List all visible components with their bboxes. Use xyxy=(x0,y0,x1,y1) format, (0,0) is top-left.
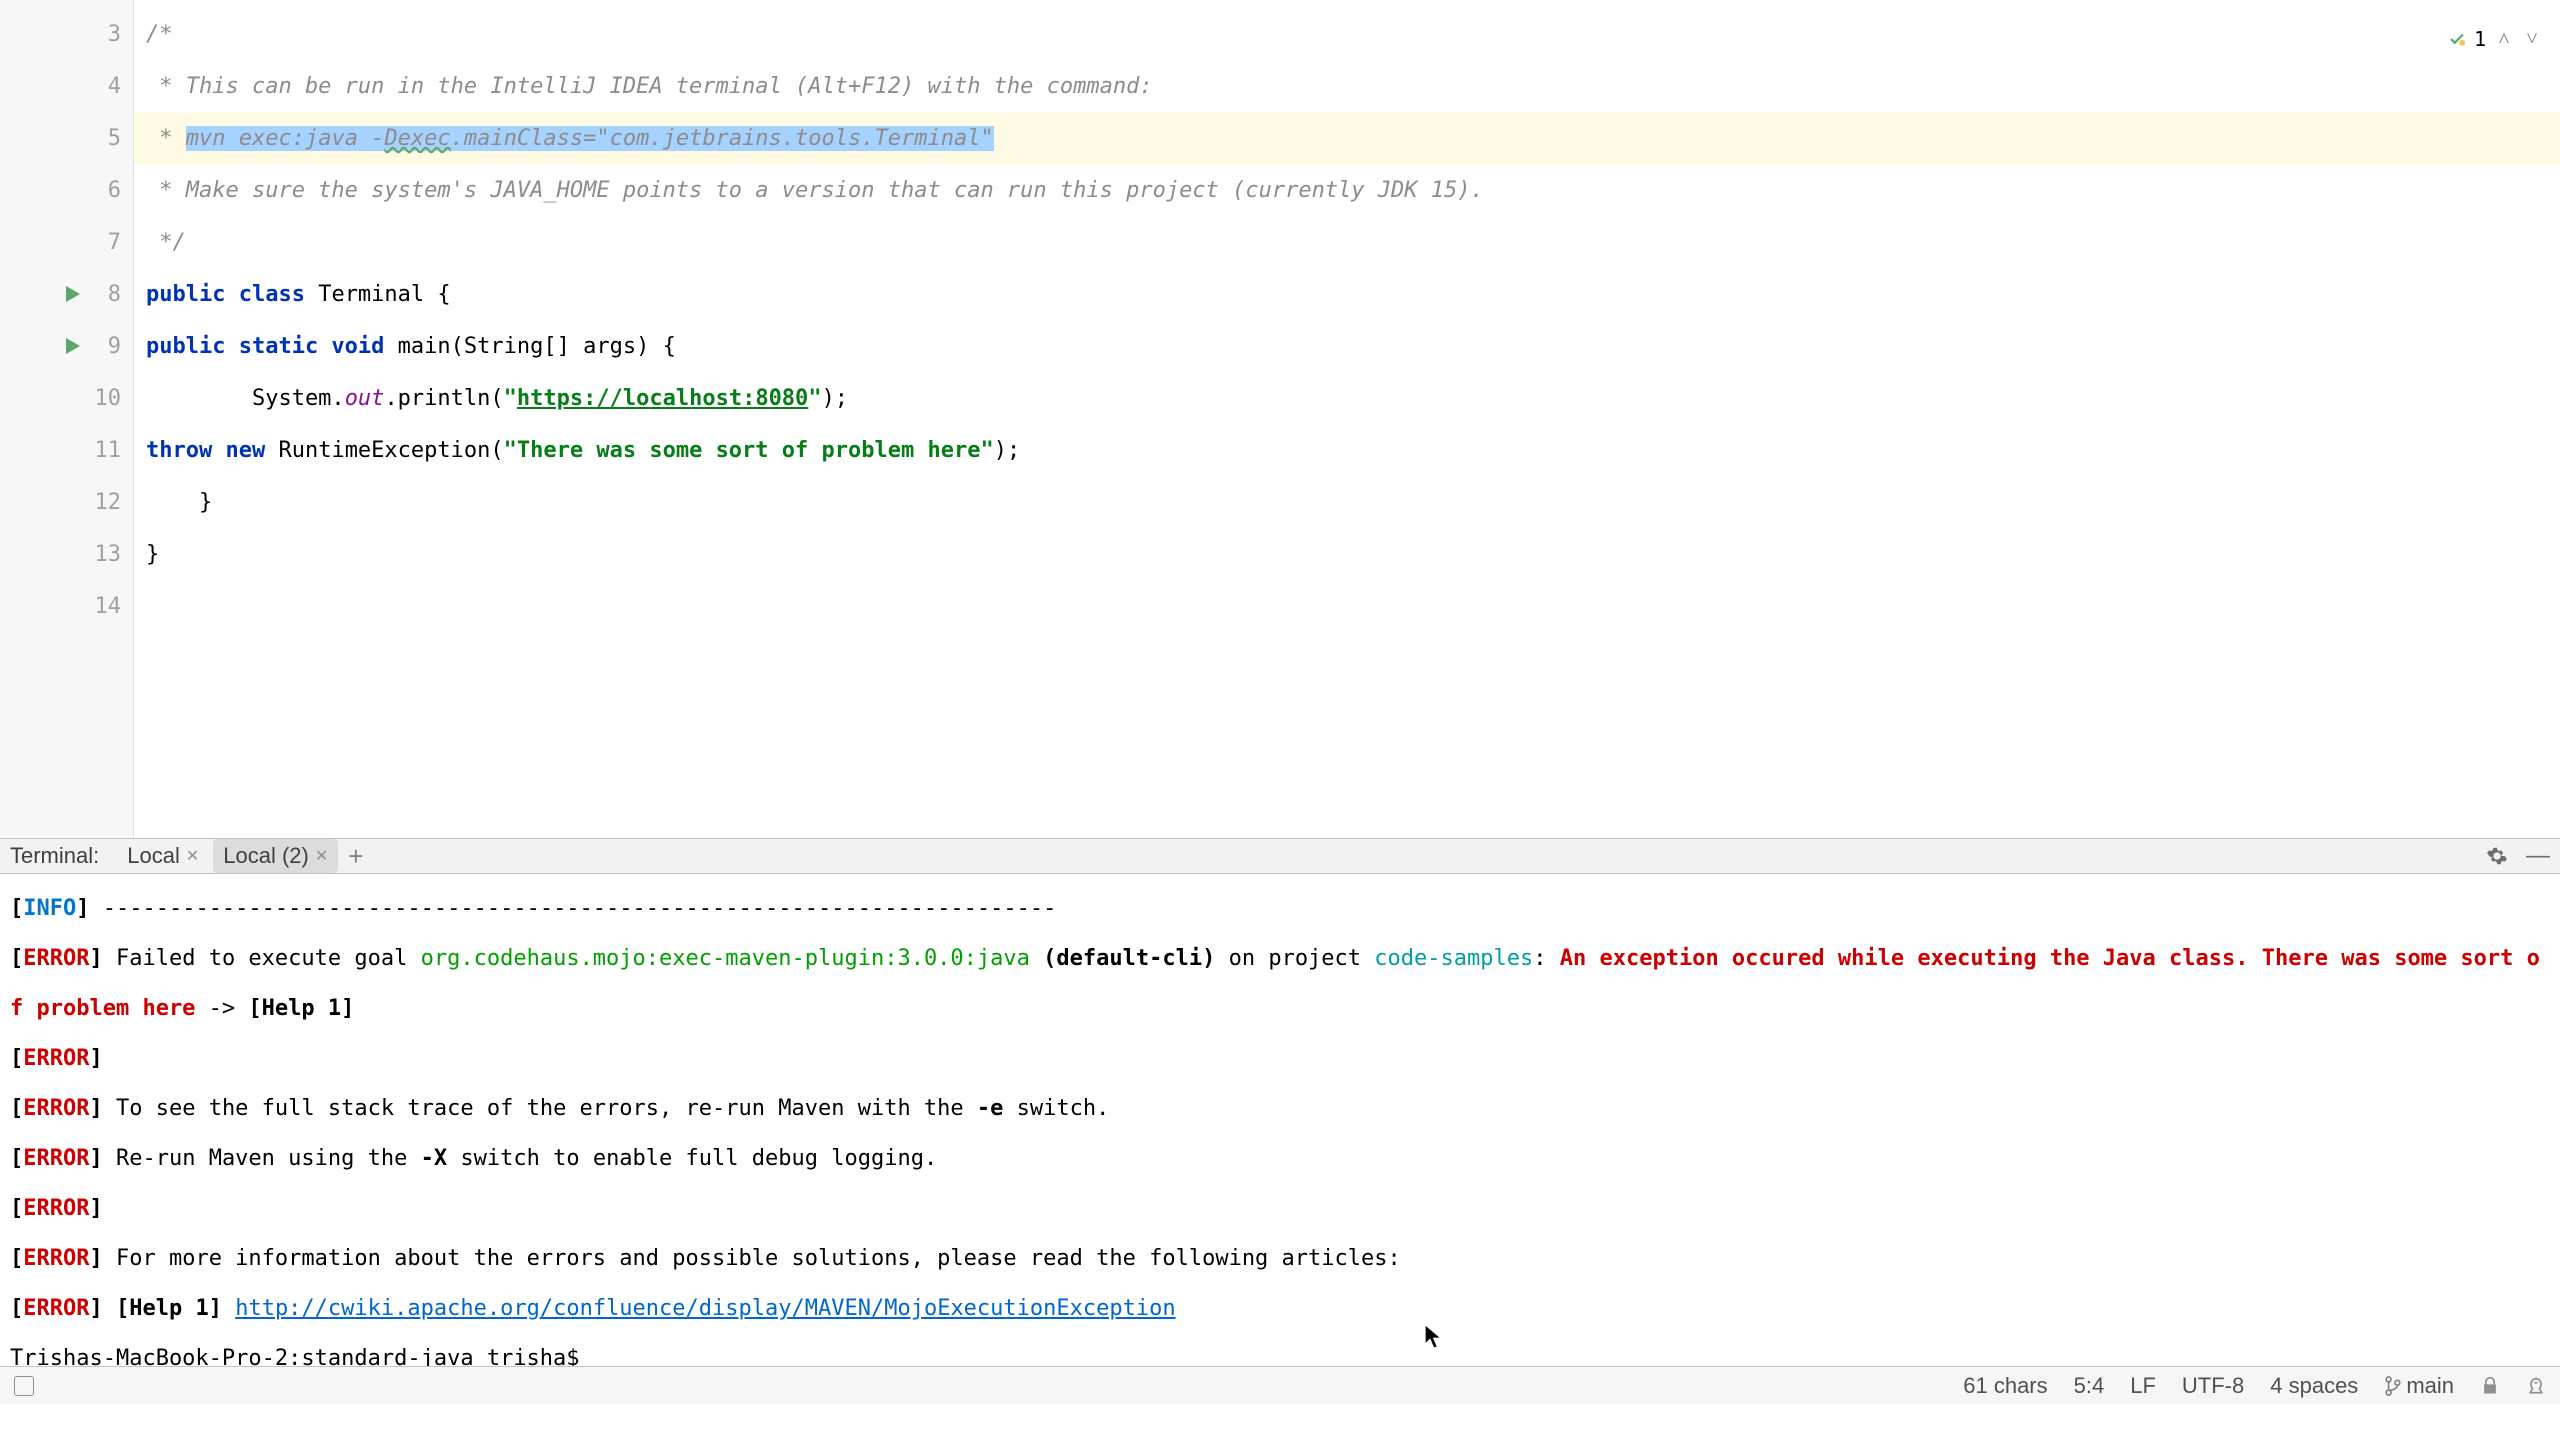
line-number[interactable]: 14 xyxy=(95,594,122,619)
terminal-label: Terminal: xyxy=(10,843,99,869)
status-bar: 61 chars 5:4 LF UTF-8 4 spaces main xyxy=(0,1366,2560,1404)
line-number[interactable]: 10 xyxy=(95,386,122,411)
terminal-line: [ERROR] [Help 1] http://cwiki.apache.org… xyxy=(10,1284,2550,1334)
code-line[interactable]: * mvn exec:java -Dexec.mainClass="com.je… xyxy=(134,112,2560,164)
indent-setting[interactable]: 4 spaces xyxy=(2270,1373,2358,1399)
code-line[interactable]: /* xyxy=(134,8,2560,60)
terminal-output[interactable]: [INFO] ---------------------------------… xyxy=(0,874,2560,1366)
selection-info: 61 chars xyxy=(1963,1373,2047,1399)
terminal-tab[interactable]: Local✕ xyxy=(117,839,209,873)
terminal-line: [ERROR] Re-run Maven using the -X switch… xyxy=(10,1134,2550,1184)
code-line[interactable]: * Make sure the system's JAVA_HOME point… xyxy=(134,164,2560,216)
branch-icon xyxy=(2384,1375,2402,1397)
code-line[interactable]: } xyxy=(134,528,2560,580)
hide-panel-icon[interactable]: — xyxy=(2526,842,2550,870)
inspector-icon[interactable] xyxy=(2526,1376,2546,1396)
add-terminal-tab-icon[interactable]: + xyxy=(348,841,363,872)
terminal-line: [ERROR] To see the full stack trace of t… xyxy=(10,1084,2550,1134)
inspection-count: 1 xyxy=(2474,27,2486,51)
code-line[interactable]: System.out.println("https://localhost:80… xyxy=(134,372,2560,424)
code-line[interactable]: * This can be run in the IntelliJ IDEA t… xyxy=(134,60,2560,112)
terminal-line: [ERROR] For more information about the e… xyxy=(10,1234,2550,1284)
line-number[interactable]: 13 xyxy=(95,542,122,567)
terminal-line: [ERROR] xyxy=(10,1034,2550,1084)
close-tab-icon[interactable]: ✕ xyxy=(315,846,328,866)
tool-window-icon[interactable] xyxy=(14,1376,34,1396)
terminal-panel-header: Terminal: Local✕Local (2)✕ + — xyxy=(0,838,2560,874)
code-line[interactable]: public static void main(String[] args) { xyxy=(134,320,2560,372)
next-highlight-icon[interactable]: ˅ xyxy=(2522,26,2542,51)
inspection-widget[interactable]: 1 ˄ ˅ xyxy=(2448,26,2542,51)
line-number[interactable]: 6 xyxy=(108,178,121,203)
code-line[interactable]: public class Terminal { xyxy=(134,268,2560,320)
code-line[interactable]: throw new RuntimeException("There was so… xyxy=(134,424,2560,476)
terminal-line: [INFO] ---------------------------------… xyxy=(10,884,2550,934)
close-tab-icon[interactable]: ✕ xyxy=(186,846,199,866)
editor[interactable]: 3 4 5 6 7 8 9 10 11 12 13 14 /* * This can be run i… xyxy=(0,0,2560,838)
run-gutter-icon[interactable] xyxy=(66,286,80,302)
terminal-tab[interactable]: Local (2)✕ xyxy=(213,839,338,873)
gutter: 3 4 5 6 7 8 9 10 11 12 13 14 xyxy=(0,0,134,838)
gear-icon[interactable] xyxy=(2486,845,2508,867)
lock-icon[interactable] xyxy=(2480,1376,2500,1396)
code-line[interactable] xyxy=(134,580,2560,632)
git-branch[interactable]: main xyxy=(2384,1373,2454,1399)
run-gutter-icon[interactable] xyxy=(66,338,80,354)
caret-position[interactable]: 5:4 xyxy=(2074,1373,2105,1399)
code[interactable]: /* * This can be run in the IntelliJ IDE… xyxy=(134,0,2560,838)
code-line[interactable]: */ xyxy=(134,216,2560,268)
terminal-line: [ERROR] xyxy=(10,1184,2550,1234)
line-number[interactable]: 3 xyxy=(108,22,121,47)
code-line[interactable]: } xyxy=(134,476,2560,528)
line-separator[interactable]: LF xyxy=(2130,1373,2156,1399)
terminal-link[interactable]: http://cwiki.apache.org/confluence/displ… xyxy=(235,1296,1175,1321)
check-warning-icon xyxy=(2448,30,2466,48)
line-number[interactable]: 9 xyxy=(108,334,121,359)
line-number[interactable]: 7 xyxy=(108,230,121,255)
line-number[interactable]: 4 xyxy=(108,74,121,99)
line-number[interactable]: 8 xyxy=(108,282,121,307)
terminal-line: Trishas-MacBook-Pro-2:standard-java tris… xyxy=(10,1334,2550,1366)
line-number[interactable]: 11 xyxy=(95,438,122,463)
prev-highlight-icon[interactable]: ˄ xyxy=(2494,26,2514,51)
file-encoding[interactable]: UTF-8 xyxy=(2182,1373,2244,1399)
terminal-line: [ERROR] Failed to execute goal org.codeh… xyxy=(10,934,2550,1034)
line-number[interactable]: 12 xyxy=(95,490,122,515)
line-number[interactable]: 5 xyxy=(108,126,121,151)
